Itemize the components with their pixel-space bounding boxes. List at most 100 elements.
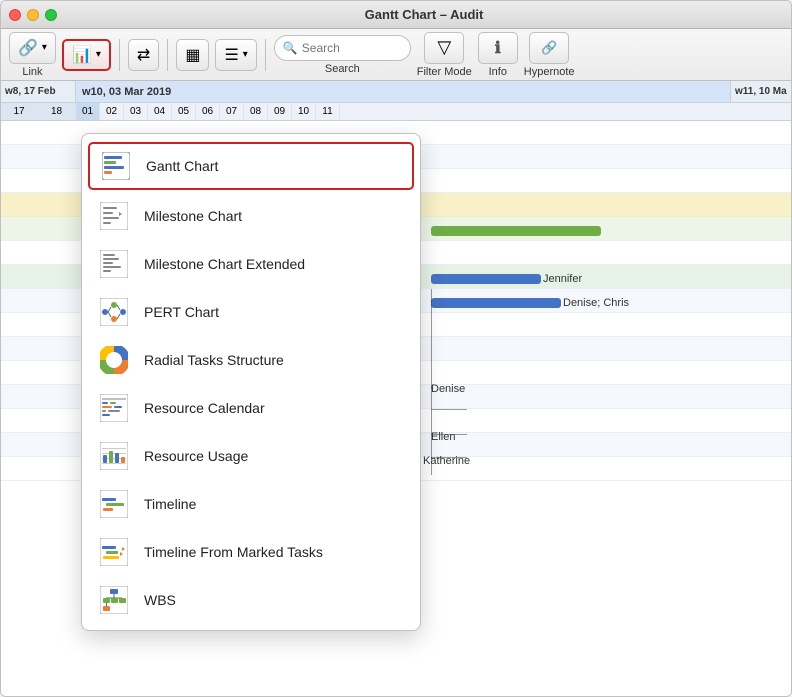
milestone-chart-extended-icon bbox=[98, 248, 130, 280]
hypernote-button[interactable]: 🔗 bbox=[529, 32, 569, 64]
menu-label-radial-tasks: Radial Tasks Structure bbox=[144, 352, 284, 368]
close-button[interactable] bbox=[9, 9, 21, 21]
menu-item-milestone-chart-extended[interactable]: Milestone Chart Extended bbox=[82, 240, 420, 288]
week-header-row: w8, 17 Feb w10, 03 Mar 2019 w11, 10 Ma bbox=[1, 81, 791, 103]
menu-item-resource-usage[interactable]: Resource Usage bbox=[82, 432, 420, 480]
titlebar: Gantt Chart – Audit bbox=[1, 1, 791, 29]
filter-mode-group: ▽ Filter Mode bbox=[417, 32, 472, 78]
search-label: Search bbox=[325, 63, 360, 75]
info-button[interactable]: ℹ bbox=[478, 32, 518, 64]
day-04: 04 bbox=[148, 103, 172, 120]
bar-jennifer bbox=[431, 274, 541, 284]
window-controls[interactable] bbox=[9, 9, 57, 21]
wbs-icon bbox=[98, 584, 130, 616]
filter-group: ⇄ bbox=[128, 39, 159, 71]
label-denise2: Denise bbox=[431, 383, 465, 395]
connector-h-1 bbox=[431, 409, 467, 410]
main-area: w8, 17 Feb w10, 03 Mar 2019 w11, 10 Ma 1… bbox=[1, 81, 791, 696]
menu-label-timeline: Timeline bbox=[144, 496, 196, 512]
window-title: Gantt Chart – Audit bbox=[65, 7, 783, 22]
chart-type-button[interactable]: 📊 ▾ bbox=[62, 39, 111, 71]
toolbar: 🔗 ▾ Link 📊 ▾ ⇄ ▦ ☰ ▾ bbox=[1, 29, 791, 81]
day-09: 09 bbox=[268, 103, 292, 120]
menu-item-wbs[interactable]: WBS bbox=[82, 576, 420, 624]
menu-item-timeline-marked[interactable]: Timeline From Marked Tasks bbox=[82, 528, 420, 576]
resource-calendar-icon bbox=[98, 392, 130, 424]
link-group: 🔗 ▾ Link bbox=[9, 32, 56, 78]
day-rest bbox=[340, 103, 791, 120]
chart-type-icon: 📊 bbox=[72, 45, 92, 65]
menu-label-wbs: WBS bbox=[144, 592, 176, 608]
search-group: 🔍 Search bbox=[274, 35, 411, 75]
filter-button[interactable]: ⇄ bbox=[128, 39, 159, 71]
day-07: 07 bbox=[220, 103, 244, 120]
week-header-left: w8, 17 Feb bbox=[1, 81, 76, 102]
menu-item-timeline[interactable]: Timeline bbox=[82, 480, 420, 528]
day-05: 05 bbox=[172, 103, 196, 120]
filter-mode-icon: ▽ bbox=[437, 37, 451, 58]
resource-usage-icon bbox=[98, 440, 130, 472]
menu-item-resource-calendar[interactable]: Resource Calendar bbox=[82, 384, 420, 432]
connector-h-2 bbox=[431, 434, 467, 435]
timeline-marked-icon bbox=[98, 536, 130, 568]
milestone-chart-icon bbox=[98, 200, 130, 232]
info-icon: ℹ bbox=[495, 38, 501, 58]
label-jennifer: Jennifer bbox=[543, 273, 582, 285]
chart-type-dropdown[interactable]: Gantt Chart Milestone Chart bbox=[81, 133, 421, 631]
info-group: ℹ Info bbox=[478, 32, 518, 78]
search-box[interactable]: 🔍 bbox=[274, 35, 411, 61]
maximize-button[interactable] bbox=[45, 9, 57, 21]
menu-item-gantt-chart[interactable]: Gantt Chart bbox=[88, 142, 414, 190]
link-icon: 🔗 bbox=[18, 38, 38, 58]
label-ellen: Ellen bbox=[431, 431, 455, 443]
app-window: Gantt Chart – Audit 🔗 ▾ Link 📊 ▾ ⇄ bbox=[0, 0, 792, 697]
gantt-chart-icon bbox=[100, 150, 132, 182]
menu-label-gantt-chart: Gantt Chart bbox=[146, 158, 218, 174]
hypernote-label: Hypernote bbox=[524, 66, 575, 78]
filter-mode-button[interactable]: ▽ bbox=[424, 32, 464, 64]
list-arrow: ▾ bbox=[243, 49, 248, 60]
separator-2 bbox=[167, 39, 168, 71]
filter-mode-label: Filter Mode bbox=[417, 66, 472, 78]
bar-green-1 bbox=[431, 226, 601, 236]
hypernote-icon: 🔗 bbox=[541, 40, 557, 56]
day-17: 17 bbox=[1, 103, 38, 120]
label-denise-chris: Denise; Chris bbox=[563, 297, 629, 309]
menu-item-pert-chart[interactable]: PERT Chart bbox=[82, 288, 420, 336]
radial-tasks-icon bbox=[98, 344, 130, 376]
day-01: 01 bbox=[76, 103, 100, 120]
view-list-button[interactable]: ☰ ▾ bbox=[215, 39, 256, 71]
grid-icon: ▦ bbox=[185, 45, 200, 65]
connector-line-2 bbox=[431, 386, 432, 459]
menu-label-milestone-chart: Milestone Chart bbox=[144, 208, 242, 224]
list-icon: ☰ bbox=[224, 45, 238, 65]
hypernote-group: 🔗 Hypernote bbox=[524, 32, 575, 78]
menu-item-milestone-chart[interactable]: Milestone Chart bbox=[82, 192, 420, 240]
connector-line-3 bbox=[431, 457, 432, 475]
menu-label-timeline-marked: Timeline From Marked Tasks bbox=[144, 544, 323, 560]
menu-label-pert-chart: PERT Chart bbox=[144, 304, 219, 320]
menu-label-resource-usage: Resource Usage bbox=[144, 448, 248, 464]
timeline-icon bbox=[98, 488, 130, 520]
separator-1 bbox=[119, 39, 120, 71]
search-input[interactable] bbox=[302, 41, 402, 55]
link-button[interactable]: 🔗 ▾ bbox=[9, 32, 56, 64]
day-header-row: 17 18 01 02 03 04 05 06 07 08 09 10 11 bbox=[1, 103, 791, 121]
chart-type-arrow: ▾ bbox=[96, 49, 101, 60]
link-label: Link bbox=[22, 66, 42, 78]
view-grid-button[interactable]: ▦ bbox=[176, 39, 209, 71]
week-header-w10: w10, 03 Mar 2019 bbox=[76, 81, 731, 102]
menu-label-resource-calendar: Resource Calendar bbox=[144, 400, 265, 416]
minimize-button[interactable] bbox=[27, 9, 39, 21]
menu-label-milestone-chart-extended: Milestone Chart Extended bbox=[144, 256, 305, 272]
day-08: 08 bbox=[244, 103, 268, 120]
day-06: 06 bbox=[196, 103, 220, 120]
search-icon: 🔍 bbox=[283, 41, 298, 55]
connector-line-1 bbox=[431, 289, 432, 389]
day-02: 02 bbox=[100, 103, 124, 120]
menu-item-radial-tasks[interactable]: Radial Tasks Structure bbox=[82, 336, 420, 384]
day-03: 03 bbox=[124, 103, 148, 120]
day-10: 10 bbox=[292, 103, 316, 120]
day-18: 18 bbox=[38, 103, 76, 120]
info-label: Info bbox=[489, 66, 507, 78]
